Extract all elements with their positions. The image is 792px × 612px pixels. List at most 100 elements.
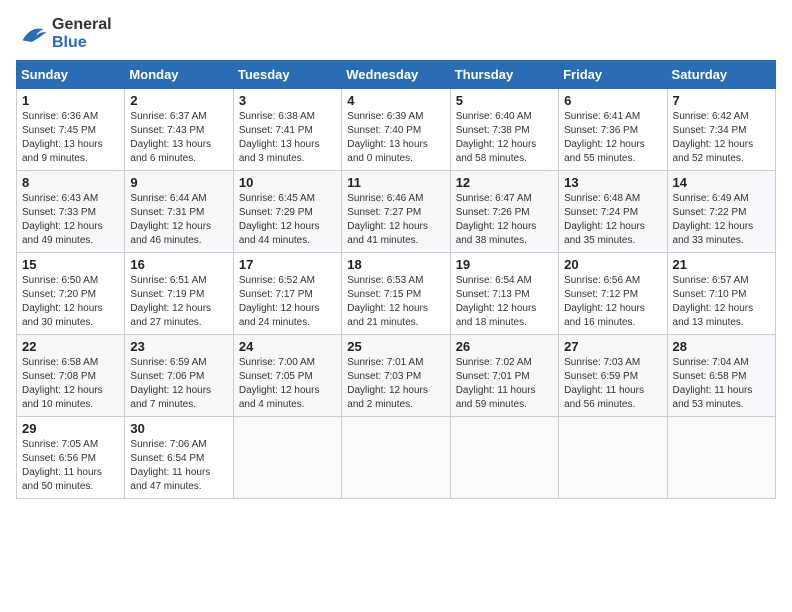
calendar-cell: 20 Sunrise: 6:56 AM Sunset: 7:12 PM Dayl… [559,253,667,335]
calendar-cell: 16 Sunrise: 6:51 AM Sunset: 7:19 PM Dayl… [125,253,233,335]
logo-icon [16,18,48,50]
day-number: 19 [456,257,553,272]
logo-text: General Blue [52,16,112,52]
day-info: Sunrise: 6:40 AM Sunset: 7:38 PM Dayligh… [456,110,553,166]
calendar-cell: 13 Sunrise: 6:48 AM Sunset: 7:24 PM Dayl… [559,171,667,253]
day-number: 24 [239,339,336,354]
day-info: Sunrise: 6:49 AM Sunset: 7:22 PM Dayligh… [673,192,770,248]
day-info: Sunrise: 6:43 AM Sunset: 7:33 PM Dayligh… [22,192,119,248]
calendar-cell: 17 Sunrise: 6:52 AM Sunset: 7:17 PM Dayl… [233,253,341,335]
calendar-cell [233,417,341,499]
day-info: Sunrise: 6:53 AM Sunset: 7:15 PM Dayligh… [347,274,444,330]
day-info: Sunrise: 7:05 AM Sunset: 6:56 PM Dayligh… [22,438,119,494]
header-saturday: Saturday [667,61,775,89]
day-info: Sunrise: 6:45 AM Sunset: 7:29 PM Dayligh… [239,192,336,248]
day-number: 23 [130,339,227,354]
calendar-cell: 21 Sunrise: 6:57 AM Sunset: 7:10 PM Dayl… [667,253,775,335]
calendar-cell: 4 Sunrise: 6:39 AM Sunset: 7:40 PM Dayli… [342,89,450,171]
header-thursday: Thursday [450,61,558,89]
day-number: 7 [673,93,770,108]
calendar-cell: 19 Sunrise: 6:54 AM Sunset: 7:13 PM Dayl… [450,253,558,335]
day-number: 9 [130,175,227,190]
day-info: Sunrise: 7:06 AM Sunset: 6:54 PM Dayligh… [130,438,227,494]
day-info: Sunrise: 6:44 AM Sunset: 7:31 PM Dayligh… [130,192,227,248]
day-info: Sunrise: 6:57 AM Sunset: 7:10 PM Dayligh… [673,274,770,330]
day-number: 29 [22,421,119,436]
calendar-cell [559,417,667,499]
calendar-week-row: 8 Sunrise: 6:43 AM Sunset: 7:33 PM Dayli… [17,171,776,253]
calendar-header-row: Sunday Monday Tuesday Wednesday Thursday… [17,61,776,89]
calendar-week-row: 1 Sunrise: 6:36 AM Sunset: 7:45 PM Dayli… [17,89,776,171]
day-number: 17 [239,257,336,272]
day-info: Sunrise: 6:56 AM Sunset: 7:12 PM Dayligh… [564,274,661,330]
header-sunday: Sunday [17,61,125,89]
day-info: Sunrise: 6:39 AM Sunset: 7:40 PM Dayligh… [347,110,444,166]
day-number: 22 [22,339,119,354]
day-number: 5 [456,93,553,108]
day-info: Sunrise: 7:03 AM Sunset: 6:59 PM Dayligh… [564,356,661,412]
calendar-cell: 24 Sunrise: 7:00 AM Sunset: 7:05 PM Dayl… [233,335,341,417]
day-number: 18 [347,257,444,272]
day-number: 20 [564,257,661,272]
day-number: 8 [22,175,119,190]
calendar-week-row: 29 Sunrise: 7:05 AM Sunset: 6:56 PM Dayl… [17,417,776,499]
day-number: 15 [22,257,119,272]
day-info: Sunrise: 6:36 AM Sunset: 7:45 PM Dayligh… [22,110,119,166]
header-friday: Friday [559,61,667,89]
logo: General Blue [16,16,112,52]
day-number: 28 [673,339,770,354]
calendar-cell: 8 Sunrise: 6:43 AM Sunset: 7:33 PM Dayli… [17,171,125,253]
calendar-cell: 11 Sunrise: 6:46 AM Sunset: 7:27 PM Dayl… [342,171,450,253]
day-number: 3 [239,93,336,108]
calendar-cell: 27 Sunrise: 7:03 AM Sunset: 6:59 PM Dayl… [559,335,667,417]
page-header: General Blue [16,16,776,52]
day-info: Sunrise: 6:38 AM Sunset: 7:41 PM Dayligh… [239,110,336,166]
day-info: Sunrise: 6:42 AM Sunset: 7:34 PM Dayligh… [673,110,770,166]
day-number: 14 [673,175,770,190]
calendar-cell: 26 Sunrise: 7:02 AM Sunset: 7:01 PM Dayl… [450,335,558,417]
calendar-cell: 10 Sunrise: 6:45 AM Sunset: 7:29 PM Dayl… [233,171,341,253]
calendar-cell [450,417,558,499]
calendar-cell: 28 Sunrise: 7:04 AM Sunset: 6:58 PM Dayl… [667,335,775,417]
header-tuesday: Tuesday [233,61,341,89]
day-info: Sunrise: 6:54 AM Sunset: 7:13 PM Dayligh… [456,274,553,330]
day-number: 4 [347,93,444,108]
day-number: 21 [673,257,770,272]
calendar-cell: 22 Sunrise: 6:58 AM Sunset: 7:08 PM Dayl… [17,335,125,417]
calendar-cell: 7 Sunrise: 6:42 AM Sunset: 7:34 PM Dayli… [667,89,775,171]
calendar-cell: 2 Sunrise: 6:37 AM Sunset: 7:43 PM Dayli… [125,89,233,171]
calendar-cell: 30 Sunrise: 7:06 AM Sunset: 6:54 PM Dayl… [125,417,233,499]
day-number: 11 [347,175,444,190]
header-monday: Monday [125,61,233,89]
day-number: 10 [239,175,336,190]
day-number: 25 [347,339,444,354]
calendar-cell: 9 Sunrise: 6:44 AM Sunset: 7:31 PM Dayli… [125,171,233,253]
day-info: Sunrise: 6:47 AM Sunset: 7:26 PM Dayligh… [456,192,553,248]
header-wednesday: Wednesday [342,61,450,89]
day-info: Sunrise: 7:02 AM Sunset: 7:01 PM Dayligh… [456,356,553,412]
calendar-cell: 6 Sunrise: 6:41 AM Sunset: 7:36 PM Dayli… [559,89,667,171]
day-number: 27 [564,339,661,354]
calendar-cell: 1 Sunrise: 6:36 AM Sunset: 7:45 PM Dayli… [17,89,125,171]
day-info: Sunrise: 6:50 AM Sunset: 7:20 PM Dayligh… [22,274,119,330]
calendar-week-row: 15 Sunrise: 6:50 AM Sunset: 7:20 PM Dayl… [17,253,776,335]
day-info: Sunrise: 6:37 AM Sunset: 7:43 PM Dayligh… [130,110,227,166]
calendar-cell: 14 Sunrise: 6:49 AM Sunset: 7:22 PM Dayl… [667,171,775,253]
day-info: Sunrise: 6:41 AM Sunset: 7:36 PM Dayligh… [564,110,661,166]
calendar-table: Sunday Monday Tuesday Wednesday Thursday… [16,60,776,499]
day-info: Sunrise: 6:59 AM Sunset: 7:06 PM Dayligh… [130,356,227,412]
day-number: 12 [456,175,553,190]
day-info: Sunrise: 6:58 AM Sunset: 7:08 PM Dayligh… [22,356,119,412]
calendar-cell: 15 Sunrise: 6:50 AM Sunset: 7:20 PM Dayl… [17,253,125,335]
calendar-cell: 18 Sunrise: 6:53 AM Sunset: 7:15 PM Dayl… [342,253,450,335]
day-number: 2 [130,93,227,108]
day-info: Sunrise: 7:00 AM Sunset: 7:05 PM Dayligh… [239,356,336,412]
day-info: Sunrise: 6:52 AM Sunset: 7:17 PM Dayligh… [239,274,336,330]
day-number: 13 [564,175,661,190]
calendar-cell: 25 Sunrise: 7:01 AM Sunset: 7:03 PM Dayl… [342,335,450,417]
day-info: Sunrise: 6:46 AM Sunset: 7:27 PM Dayligh… [347,192,444,248]
calendar-cell: 5 Sunrise: 6:40 AM Sunset: 7:38 PM Dayli… [450,89,558,171]
day-number: 16 [130,257,227,272]
calendar-cell [667,417,775,499]
calendar-cell: 29 Sunrise: 7:05 AM Sunset: 6:56 PM Dayl… [17,417,125,499]
